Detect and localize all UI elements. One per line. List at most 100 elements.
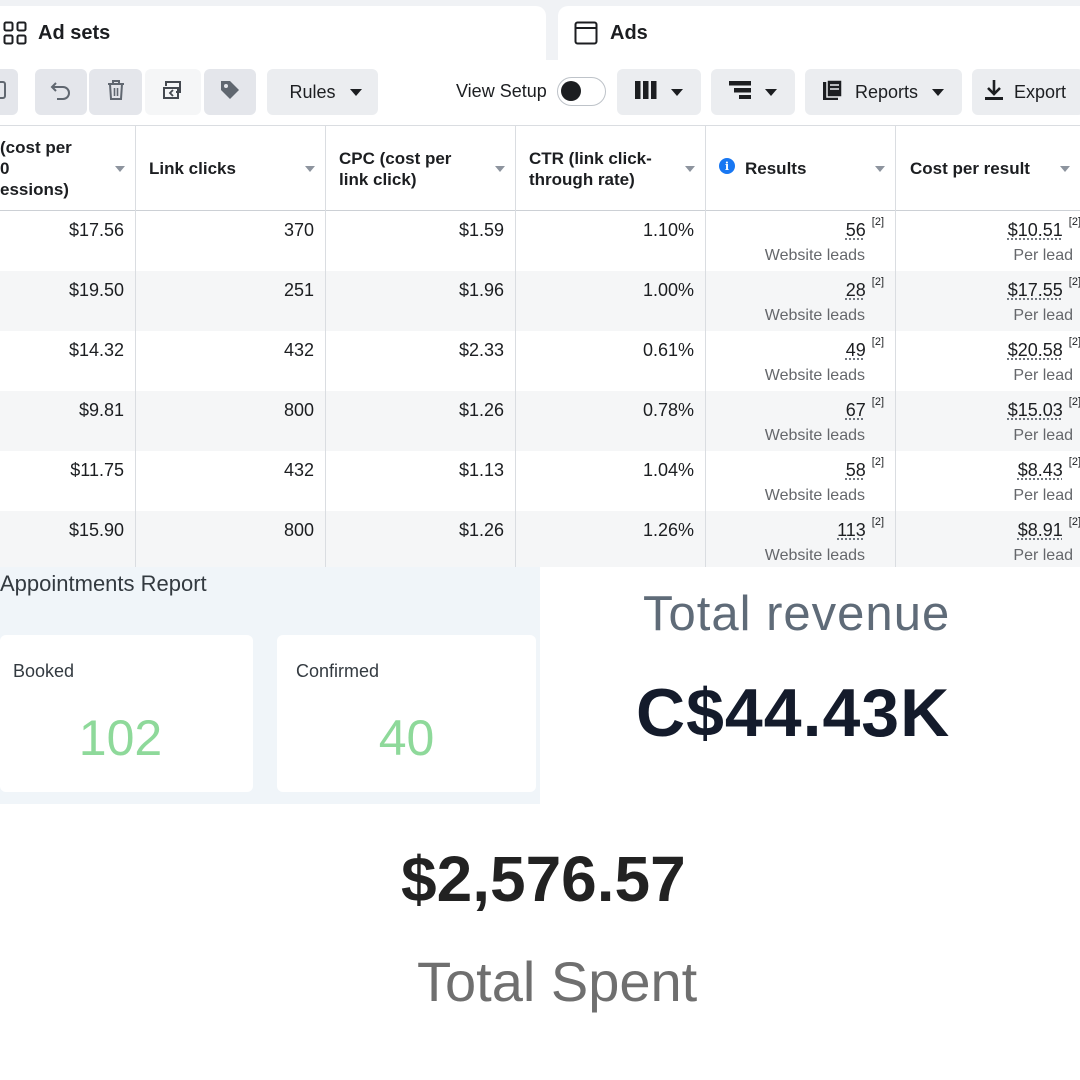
table-cell-cpm: $15.90 (0, 511, 136, 567)
chevron-down-icon (671, 88, 683, 96)
table-cell-results: 28 [2] Website leads (706, 271, 896, 331)
cell-value: 1.26% (642, 520, 694, 540)
columns-button[interactable] (617, 69, 701, 115)
column-header-cpc[interactable]: CPC (cost per link click) (326, 126, 516, 211)
column-header-label: Link clicks (149, 159, 236, 178)
table-cell-cpc: $1.26 (326, 511, 516, 567)
info-icon[interactable]: i (719, 158, 735, 174)
column-header-label: Results (745, 159, 807, 178)
total-spent-value: $2,576.57 (401, 843, 686, 915)
undo-button[interactable] (35, 69, 87, 115)
result-value-link[interactable]: 56 (846, 220, 866, 241)
toggle-knob (561, 81, 581, 101)
result-value-link[interactable]: 49 (846, 340, 866, 361)
column-header-ctr[interactable]: CTR (link click- through rate) (516, 126, 706, 211)
cell-value: $14.32 (68, 340, 124, 360)
booked-value: 102 (78, 710, 163, 766)
table-cell-results: 58 [2] Website leads (706, 451, 896, 511)
export-label: Export (1013, 81, 1067, 102)
result-value-link[interactable]: 113 (837, 520, 866, 541)
total-revenue-label: Total revenue (643, 587, 951, 641)
table-cell-link-clicks: 432 (136, 331, 326, 391)
table-row[interactable]: $15.90 800 $1.26 1.26% 113 [2] Website leads $8… (0, 511, 1080, 567)
result-type-label: Website leads (764, 487, 865, 504)
table-cell-cpc: $1.96 (326, 271, 516, 331)
table-cell-cost-per-result: $8.43 [2] Per lead (896, 451, 1080, 511)
tab-ad-sets[interactable]: Ad sets (0, 6, 546, 60)
ad-sets-table: (cost per 0 essions) Link clicks CPC (co… (0, 126, 1080, 567)
table-cell-link-clicks: 432 (136, 451, 326, 511)
table-cell-link-clicks: 251 (136, 271, 326, 331)
table-cell-ctr: 1.04% (516, 451, 706, 511)
result-value-link[interactable]: $8.43 (1018, 460, 1063, 481)
result-type-label: Per lead (1013, 247, 1073, 264)
confirmed-card: Confirmed 40 (277, 635, 536, 792)
result-type-label: Website leads (764, 547, 865, 564)
cell-value: $15.90 (68, 520, 124, 540)
table-cell-ctr: 1.00% (516, 271, 706, 331)
edit-button[interactable] (0, 69, 18, 115)
result-type-label: Per lead (1013, 547, 1073, 564)
table-cell-ctr: 1.10% (516, 211, 706, 271)
table-cell-cpm: $19.50 (0, 271, 136, 331)
table-row[interactable]: $11.75 432 $1.13 1.04% 58 [2] Website leads $8.… (0, 451, 1080, 511)
table-cell-link-clicks: 800 (136, 391, 326, 451)
table-row[interactable]: $14.32 432 $2.33 0.61% 49 [2] Website leads $20… (0, 331, 1080, 391)
appointments-report-title: Appointments Report (0, 571, 207, 596)
column-header-label: (cost per 0 essions) (0, 138, 72, 199)
result-value-link[interactable]: $10.51 (1008, 220, 1063, 241)
cell-value: $1.26 (458, 400, 504, 420)
table-row[interactable]: $9.81 800 $1.26 0.78% 67 [2] Website leads $15.… (0, 391, 1080, 451)
view-setup-label: View Setup (456, 81, 547, 101)
column-header-link-clicks[interactable]: Link clicks (136, 126, 326, 211)
sort-icon (1060, 166, 1070, 172)
result-type-label: Website leads (764, 427, 865, 444)
table-cell-ctr: 0.78% (516, 391, 706, 451)
column-header-results[interactable]: i Results (706, 126, 896, 211)
tab-ad-sets-label: Ad sets (38, 21, 111, 44)
result-value-link[interactable]: 58 (846, 460, 866, 481)
table-cell-cpm: $14.32 (0, 331, 136, 391)
result-value-link[interactable]: $17.55 (1008, 280, 1063, 301)
footnote-marker: [2] (871, 456, 884, 468)
result-type-label: Per lead (1013, 367, 1073, 384)
cell-value: $1.96 (458, 280, 504, 300)
footnote-marker: [2] (1068, 276, 1080, 288)
duplicate-button[interactable] (145, 69, 201, 115)
result-value-group: $8.91 [2] (1018, 516, 1080, 541)
column-header-cpm[interactable]: (cost per 0 essions) (0, 126, 136, 211)
chevron-down-icon (765, 88, 777, 96)
table-row[interactable]: $19.50 251 $1.96 1.00% 28 [2] Website leads $17… (0, 271, 1080, 331)
footnote-marker: [2] (1068, 456, 1080, 468)
cell-value: $1.13 (458, 460, 504, 480)
trash-icon (106, 79, 126, 106)
result-value-link[interactable]: 67 (846, 400, 866, 421)
delete-button[interactable] (89, 69, 142, 115)
breakdown-icon (729, 80, 751, 104)
footnote-marker: [2] (871, 276, 884, 288)
result-type-label: Website leads (764, 247, 865, 264)
result-value-group: 49 [2] (846, 336, 884, 361)
tab-ads[interactable]: Ads (558, 6, 1080, 60)
table-cell-cost-per-result: $8.91 [2] Per lead (896, 511, 1080, 567)
tag-button[interactable] (204, 69, 256, 115)
result-type-label: Website leads (764, 307, 865, 324)
result-value-group: 28 [2] (846, 276, 884, 301)
result-value-link[interactable]: $8.91 (1018, 520, 1063, 541)
tag-icon (219, 79, 241, 106)
breakdown-button[interactable] (711, 69, 795, 115)
result-value-link[interactable]: $20.58 (1008, 340, 1063, 361)
result-value-link[interactable]: 28 (846, 280, 866, 301)
export-button[interactable]: Export (972, 69, 1080, 115)
sort-icon (495, 166, 505, 172)
footnote-marker: [2] (1068, 336, 1080, 348)
cell-value: $11.75 (70, 460, 124, 480)
reports-button[interactable]: Reports (805, 69, 962, 115)
view-setup-toggle[interactable] (557, 77, 606, 106)
result-value-link[interactable]: $15.03 (1008, 400, 1063, 421)
table-cell-cpc: $2.33 (326, 331, 516, 391)
result-value-group: 58 [2] (846, 456, 884, 481)
table-row[interactable]: $17.56 370 $1.59 1.10% 56 [2] Website leads $10… (0, 211, 1080, 271)
column-header-cost-per-result[interactable]: Cost per result (896, 126, 1080, 211)
rules-button[interactable]: Rules (267, 69, 378, 115)
